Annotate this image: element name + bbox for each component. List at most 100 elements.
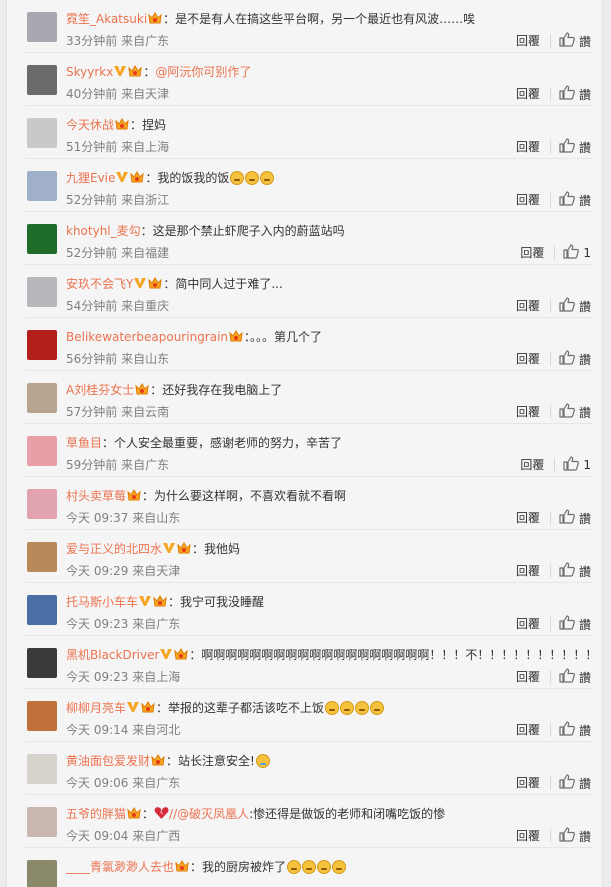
- reply-button[interactable]: 回覆: [516, 617, 551, 631]
- sad-emoji-icon: [255, 754, 270, 768]
- like-button[interactable]: 讚: [559, 191, 591, 209]
- avatar[interactable]: [27, 754, 57, 784]
- username-link[interactable]: A刘桂芬女士: [66, 383, 134, 397]
- avatar[interactable]: [27, 224, 57, 254]
- like-label: 讚: [578, 564, 591, 579]
- username-link[interactable]: 九狸Evie: [66, 171, 115, 185]
- weibo-member-icon[interactable]: [173, 647, 189, 666]
- verified-v-icon[interactable]: [162, 541, 176, 560]
- like-button[interactable]: 讚: [559, 85, 591, 103]
- avatar[interactable]: [27, 277, 57, 307]
- weibo-member-icon[interactable]: [134, 382, 150, 401]
- weibo-member-icon[interactable]: [176, 541, 192, 560]
- weibo-member-icon[interactable]: [147, 11, 163, 30]
- username-link[interactable]: ____青氯渺渺人去也: [66, 860, 174, 874]
- verified-v-icon[interactable]: [133, 276, 147, 295]
- like-button[interactable]: 讚: [559, 509, 591, 527]
- username-link[interactable]: 托马斯小车车: [66, 595, 138, 609]
- username-link[interactable]: 村头卖草莓: [66, 489, 126, 503]
- weibo-member-icon[interactable]: [129, 170, 145, 189]
- like-button[interactable]: 1: [563, 456, 591, 474]
- avatar[interactable]: [27, 489, 57, 519]
- username-link[interactable]: 霓笙_Akatsuki: [66, 12, 147, 26]
- reply-button[interactable]: 回覆: [516, 670, 551, 684]
- weibo-member-icon[interactable]: [228, 329, 244, 348]
- weibo-member-icon[interactable]: [174, 859, 190, 878]
- username-link[interactable]: Belikewaterbeapouringrain: [66, 330, 228, 344]
- reply-button[interactable]: 回覆: [516, 299, 551, 313]
- reply-button[interactable]: 回覆: [516, 564, 551, 578]
- username-link[interactable]: 安玖不会飞Y: [66, 277, 133, 291]
- weibo-member-icon[interactable]: [126, 488, 142, 507]
- reply-button[interactable]: 回覆: [520, 458, 556, 472]
- colon: ：: [168, 595, 181, 609]
- like-label: 讚: [578, 352, 591, 367]
- weibo-member-icon[interactable]: [140, 700, 156, 719]
- username-link[interactable]: 今天休战: [66, 118, 114, 132]
- like-button[interactable]: 讚: [559, 138, 591, 156]
- reply-button[interactable]: 回覆: [516, 193, 551, 207]
- avatar[interactable]: [27, 436, 57, 466]
- comment-meta: 54分钟前 来自重庆: [66, 298, 169, 314]
- comment-item: ____青氯渺渺人去也 ：我的厨房被炸了: [25, 848, 593, 887]
- weibo-member-icon[interactable]: [147, 276, 163, 295]
- like-button[interactable]: 讚: [559, 297, 591, 315]
- weibo-member-icon[interactable]: [126, 806, 142, 825]
- like-button[interactable]: 讚: [559, 403, 591, 421]
- reply-button[interactable]: 回覆: [516, 352, 551, 366]
- verified-v-icon[interactable]: [138, 594, 152, 613]
- username-link[interactable]: 草鱼目: [66, 436, 102, 450]
- like-button[interactable]: 讚: [559, 668, 591, 686]
- reply-button[interactable]: 回覆: [520, 246, 556, 260]
- comment-line: A刘桂芬女士 ：还好我存在我电脑上了: [66, 381, 591, 401]
- avatar[interactable]: [27, 383, 57, 413]
- reply-button[interactable]: 回覆: [516, 34, 551, 48]
- verified-v-icon[interactable]: [126, 700, 140, 719]
- avatar[interactable]: [27, 807, 57, 837]
- comment-item: 霓笙_Akatsuki ：是不是有人在搞这些平台啊，另一个最近也有风波……唉 33分…: [25, 0, 593, 53]
- reply-button[interactable]: 回覆: [516, 405, 551, 419]
- weibo-member-icon[interactable]: [152, 594, 168, 613]
- avatar[interactable]: [27, 171, 57, 201]
- avatar[interactable]: [27, 330, 57, 360]
- username-link[interactable]: 爱与正义的北四水: [66, 542, 162, 556]
- avatar[interactable]: [27, 118, 57, 148]
- avatar[interactable]: [27, 701, 57, 731]
- like-button[interactable]: 讚: [559, 827, 591, 845]
- verified-v-icon[interactable]: [113, 64, 127, 83]
- verified-v-icon[interactable]: [159, 647, 173, 666]
- like-button[interactable]: 讚: [559, 721, 591, 739]
- avatar[interactable]: [27, 542, 57, 572]
- weibo-member-icon[interactable]: [127, 64, 143, 83]
- like-button[interactable]: 1: [563, 244, 591, 262]
- verified-v-icon[interactable]: [115, 170, 129, 189]
- like-button[interactable]: 讚: [559, 615, 591, 633]
- comment-time: 40分钟前: [66, 87, 118, 101]
- avatar[interactable]: [27, 65, 57, 95]
- reply-button[interactable]: 回覆: [516, 723, 551, 737]
- username-link[interactable]: 黑机BlackDriver: [66, 648, 159, 662]
- mention-link[interactable]: @阿沅你可别作了: [155, 65, 251, 79]
- like-button[interactable]: 讚: [559, 562, 591, 580]
- weibo-member-icon[interactable]: [150, 753, 166, 772]
- cry-laugh-emoji-icon: [355, 701, 370, 715]
- weibo-member-icon[interactable]: [114, 117, 130, 136]
- like-button[interactable]: 讚: [559, 774, 591, 792]
- reply-button[interactable]: 回覆: [516, 140, 551, 154]
- like-button[interactable]: 讚: [559, 350, 591, 368]
- avatar[interactable]: [27, 12, 57, 42]
- username-link[interactable]: 五爷的胖猫: [66, 807, 126, 821]
- reply-button[interactable]: 回覆: [516, 511, 551, 525]
- avatar[interactable]: [27, 648, 57, 678]
- reply-button[interactable]: 回覆: [516, 87, 551, 101]
- username-link[interactable]: khotyhl_麦勾: [66, 224, 141, 238]
- username-link[interactable]: 黄油面包爱发财: [66, 754, 150, 768]
- username-link[interactable]: Skyyrkx: [66, 65, 113, 79]
- username-link[interactable]: 柳柳月亮车: [66, 701, 126, 715]
- reply-button[interactable]: 回覆: [516, 776, 551, 790]
- reply-button[interactable]: 回覆: [516, 829, 551, 843]
- avatar[interactable]: [27, 595, 57, 625]
- mention-link[interactable]: @破灭凤凰人: [177, 807, 249, 821]
- avatar[interactable]: [27, 860, 57, 887]
- like-button[interactable]: 讚: [559, 32, 591, 50]
